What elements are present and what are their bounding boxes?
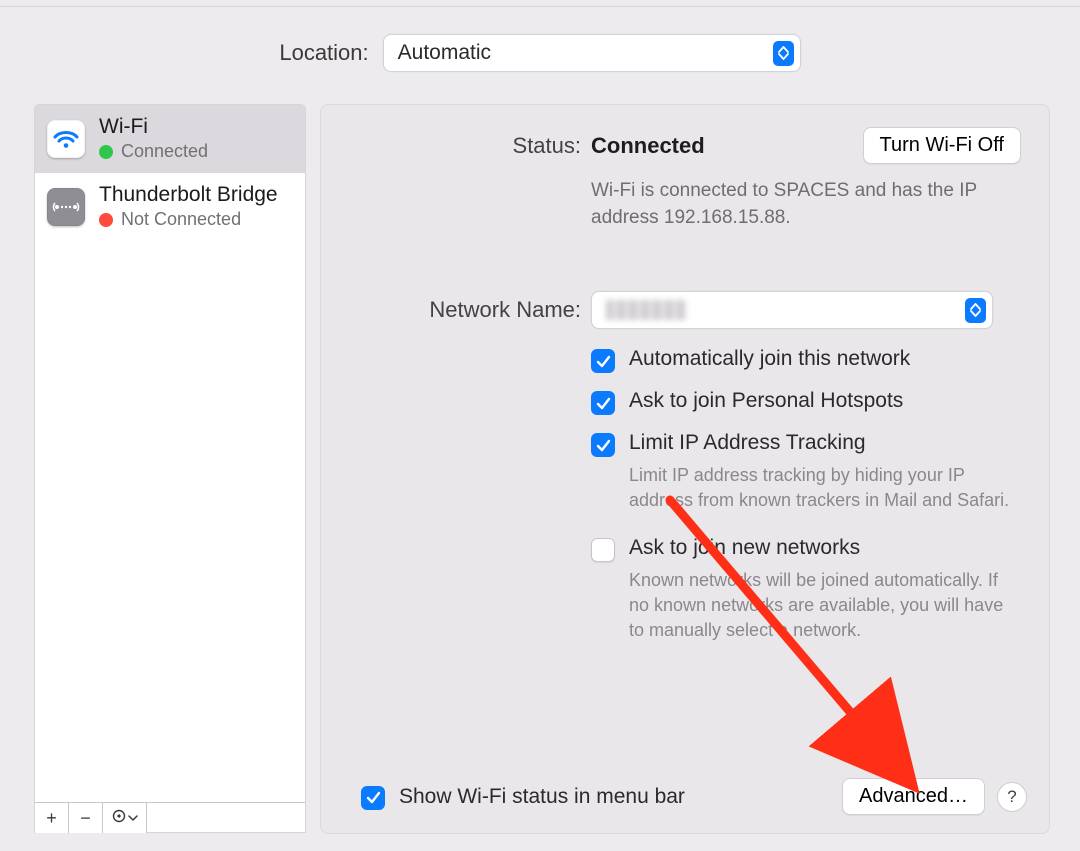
ask-new-checkbox-row[interactable]: Ask to join new networks Known networks … <box>591 536 1021 644</box>
ask-hotspot-checkbox-row[interactable]: Ask to join Personal Hotspots <box>591 389 1021 415</box>
auto-join-checkbox-row[interactable]: Automatically join this network <box>591 347 1021 373</box>
actions-menu-button[interactable] <box>103 803 147 833</box>
sidebar-item-title: Wi-Fi <box>99 114 208 139</box>
limit-ip-checkbox-row[interactable]: Limit IP Address Tracking Limit IP addre… <box>591 431 1021 513</box>
location-select[interactable]: Automatic <box>383 34 801 72</box>
network-name-label: Network Name: <box>349 291 581 323</box>
thunderbolt-bridge-icon <box>47 188 85 226</box>
show-status-checkbox-row[interactable]: Show Wi-Fi status in menu bar <box>361 784 685 810</box>
advanced-button[interactable]: Advanced… <box>842 778 985 815</box>
details-panel: Status: Connected Turn Wi-Fi Off Wi-Fi i… <box>320 104 1050 834</box>
sidebar-item-wifi[interactable]: Wi-Fi Connected <box>35 105 305 173</box>
location-label: Location: <box>279 40 368 66</box>
auto-join-label: Automatically join this network <box>629 347 910 371</box>
ask-new-sublabel: Known networks will be joined automatica… <box>629 568 1021 644</box>
options-list: Automatically join this network Ask to j… <box>591 347 1021 643</box>
updown-icon <box>773 41 794 66</box>
network-name-select[interactable] <box>591 291 993 329</box>
updown-icon <box>965 298 986 323</box>
ask-hotspot-label: Ask to join Personal Hotspots <box>629 389 903 413</box>
checkbox-unchecked-icon <box>591 538 615 562</box>
top-divider <box>0 6 1080 7</box>
status-dot-green-icon <box>99 145 113 159</box>
network-name-row: Network Name: <box>349 291 1021 329</box>
bottom-row: Show Wi-Fi status in menu bar Advanced… … <box>349 778 1027 815</box>
sidebar: Wi-Fi Connected Thunderbolt Bridge N <box>34 104 306 833</box>
checkbox-checked-icon <box>591 349 615 373</box>
sidebar-item-status: Connected <box>121 141 208 163</box>
location-row: Location: Automatic <box>0 34 1080 72</box>
network-name-value-redacted <box>606 300 686 320</box>
help-button[interactable]: ? <box>997 782 1027 812</box>
checkbox-checked-icon <box>591 433 615 457</box>
location-value: Automatic <box>398 41 491 65</box>
sidebar-item-title: Thunderbolt Bridge <box>99 182 278 207</box>
ask-new-label: Ask to join new networks <box>629 536 1021 560</box>
wifi-icon <box>47 120 85 158</box>
status-description: Wi-Fi is connected to SPACES and has the… <box>591 178 1011 231</box>
sidebar-item-thunderbolt[interactable]: Thunderbolt Bridge Not Connected <box>35 173 305 241</box>
sidebar-item-status: Not Connected <box>121 209 241 231</box>
sidebar-toolbar: + − <box>35 802 305 832</box>
add-button[interactable]: + <box>35 803 69 833</box>
limit-ip-sublabel: Limit IP address tracking by hiding your… <box>629 463 1021 513</box>
chevron-down-icon <box>128 809 138 827</box>
show-status-label: Show Wi-Fi status in menu bar <box>399 785 685 809</box>
status-dot-red-icon <box>99 213 113 227</box>
status-value: Connected <box>591 133 705 159</box>
turn-wifi-off-button[interactable]: Turn Wi-Fi Off <box>863 127 1021 164</box>
gear-icon <box>112 809 126 828</box>
status-row: Status: Connected Turn Wi-Fi Off Wi-Fi i… <box>349 127 1021 231</box>
checkbox-checked-icon <box>591 391 615 415</box>
checkbox-checked-icon <box>361 786 385 810</box>
limit-ip-label: Limit IP Address Tracking <box>629 431 1021 455</box>
remove-button[interactable]: − <box>69 803 103 833</box>
status-label: Status: <box>349 127 581 159</box>
